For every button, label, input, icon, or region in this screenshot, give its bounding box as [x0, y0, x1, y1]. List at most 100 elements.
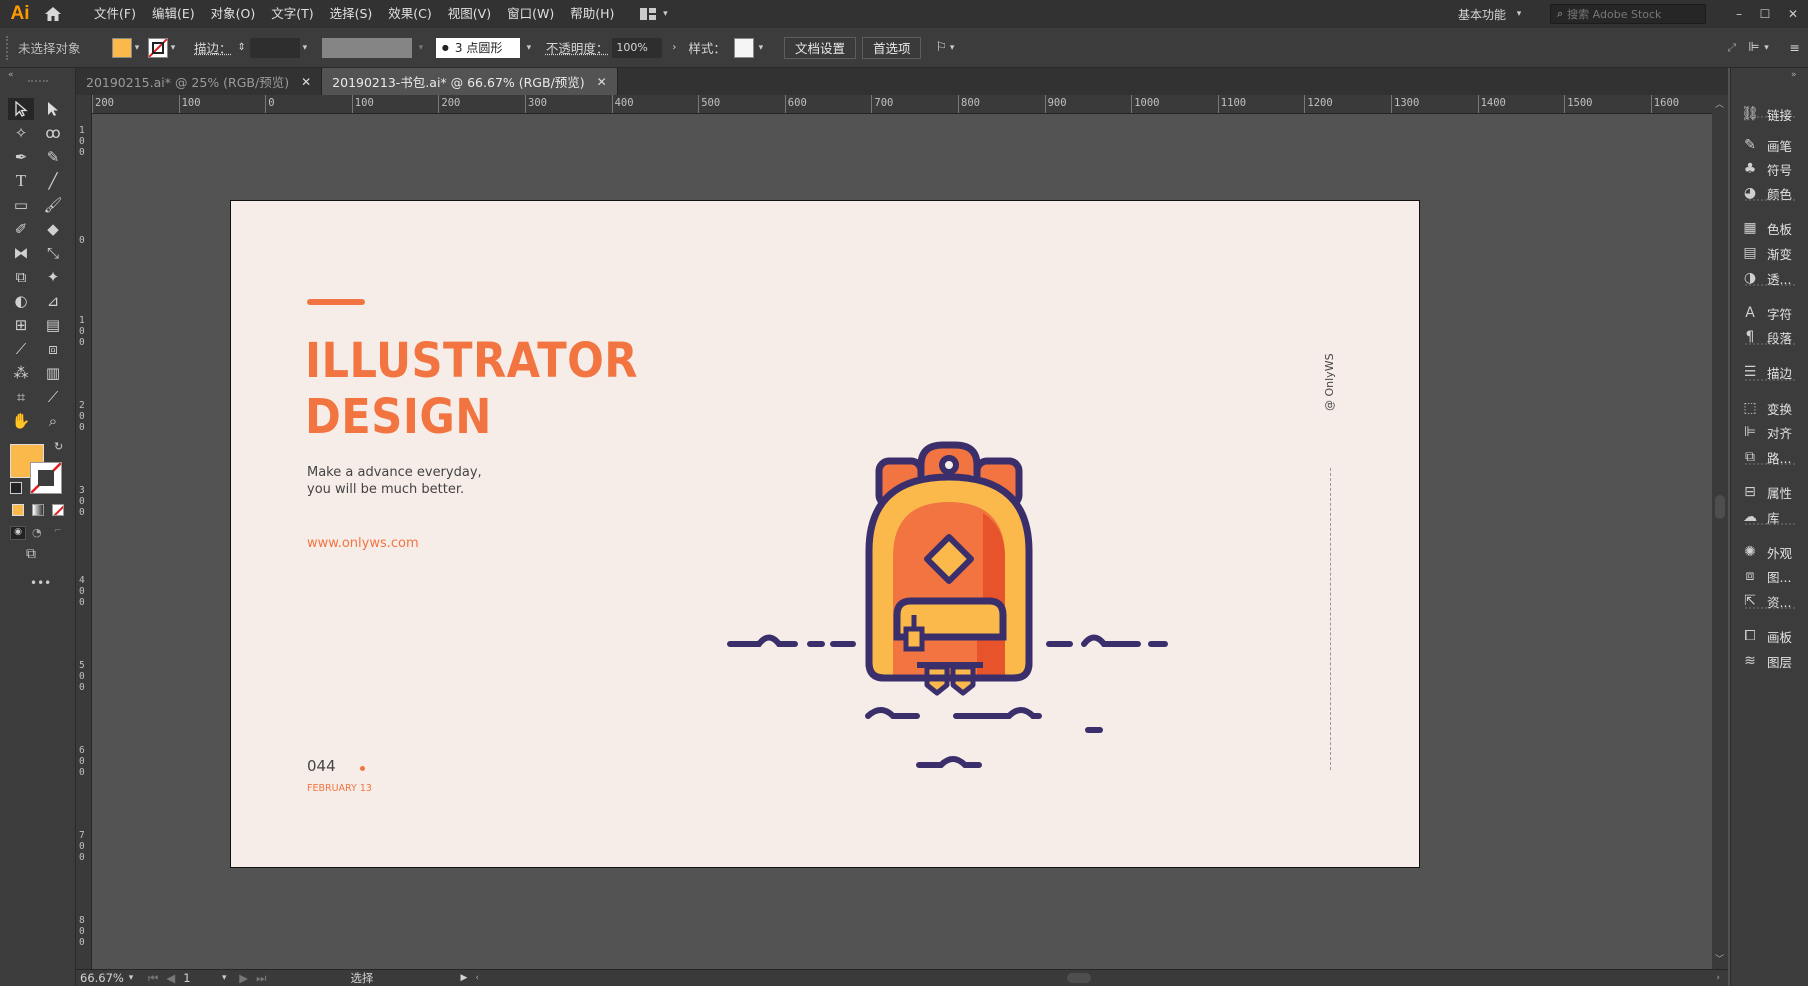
panel-asset-export[interactable]: ⇱ 资...: [1739, 590, 1805, 612]
stroke-color-box[interactable]: [30, 462, 62, 494]
stroke-weight-input[interactable]: [249, 37, 300, 58]
opacity-input[interactable]: 100%: [612, 37, 663, 58]
next-artboard-icon[interactable]: ▶: [239, 971, 248, 985]
line-tool-icon[interactable]: ╱: [40, 170, 66, 192]
panel-stroke[interactable]: ☰ 描边: [1739, 361, 1805, 383]
scroll-down-icon[interactable]: ﹀: [1715, 952, 1724, 965]
panel-graphic-style[interactable]: ⧈ 图...: [1739, 565, 1805, 587]
blend-tool-icon[interactable]: ⧈: [40, 338, 66, 360]
gradient-tool-icon[interactable]: ▤: [40, 314, 66, 336]
minimize-window-icon[interactable]: –: [1726, 7, 1752, 21]
hand-tool-icon[interactable]: ✋: [8, 410, 34, 432]
direct-selection-tool-icon[interactable]: [40, 98, 66, 120]
menu-view[interactable]: 视图(V): [440, 0, 499, 28]
preferences-button[interactable]: 首选项: [861, 36, 922, 59]
flag-dropdown-icon[interactable]: ▾: [947, 43, 957, 53]
edit-toolbar-icon[interactable]: •••: [30, 576, 51, 590]
slice-tool-icon[interactable]: ⟋: [40, 386, 66, 408]
default-fill-stroke-icon[interactable]: [10, 482, 22, 494]
panel-transform[interactable]: ⬚ 变换: [1739, 397, 1805, 419]
flag-icon[interactable]: ⚐: [935, 40, 947, 55]
panel-brush[interactable]: ✎ 画笔: [1739, 134, 1805, 156]
panel-transparency[interactable]: ◑ 透...: [1739, 267, 1805, 289]
rectangle-tool-icon[interactable]: ▭: [8, 194, 34, 216]
pen-tool-icon[interactable]: ✒: [8, 146, 34, 168]
zoom-tool-icon[interactable]: ⌕: [40, 410, 66, 432]
menu-edit[interactable]: 编辑(E): [144, 0, 203, 28]
hscroll-right-icon[interactable]: ›: [1716, 973, 1720, 983]
mesh-tool-icon[interactable]: ⊞: [8, 314, 34, 336]
graphic-style-swatch[interactable]: [733, 37, 754, 58]
arrange-documents-icon[interactable]: ▾: [640, 8, 670, 20]
scroll-up-icon[interactable]: ︿: [1715, 97, 1724, 110]
perspective-grid-tool-icon[interactable]: ⊿: [40, 290, 66, 312]
profile-dropdown-icon[interactable]: ▾: [416, 43, 426, 53]
brush-dropdown-icon[interactable]: ▾: [524, 43, 534, 53]
align-panel-icon[interactable]: ⊫: [1748, 40, 1759, 55]
none-mode-icon[interactable]: [52, 504, 64, 516]
artboard[interactable]: ILLUSTRATOR DESIGN Make a advance everyd…: [230, 200, 1420, 868]
menu-file[interactable]: 文件(F): [86, 0, 144, 28]
hscroll-thumb[interactable]: [1066, 973, 1091, 983]
panel-pathfinder[interactable]: ⧉ 路...: [1739, 446, 1805, 468]
draw-behind-icon[interactable]: ◔: [32, 526, 42, 539]
document-setup-button[interactable]: 文档设置: [783, 36, 856, 59]
scroll-thumb[interactable]: [1715, 495, 1725, 519]
puppet-warp-tool-icon[interactable]: ✦: [40, 266, 66, 288]
hscroll-left-icon[interactable]: ‹: [475, 973, 479, 983]
paintbrush-tool-icon[interactable]: 🖌: [40, 194, 66, 216]
stroke-weight-dropdown-icon[interactable]: ▾: [300, 43, 310, 53]
type-tool-icon[interactable]: T: [8, 170, 34, 192]
vertical-scrollbar[interactable]: ︿ ﹀: [1712, 95, 1728, 969]
close-icon[interactable]: ✕: [597, 75, 607, 89]
align-dropdown-icon[interactable]: ▾: [1762, 43, 1772, 53]
width-tool-icon[interactable]: ⧉: [8, 266, 34, 288]
draw-normal-icon[interactable]: ◉: [10, 526, 26, 540]
eyedropper-tool-icon[interactable]: ⟋: [8, 338, 34, 360]
brush-definition[interactable]: ● 3 点圆形: [435, 37, 520, 58]
menu-object[interactable]: 对象(O): [203, 0, 264, 28]
screen-mode-icon[interactable]: ⧉: [26, 546, 36, 562]
variable-width-profile[interactable]: [321, 37, 412, 58]
scale-tool-icon[interactable]: ⤡: [40, 242, 66, 264]
opacity-arrow-icon[interactable]: ›: [672, 42, 676, 53]
tab-document-20190215[interactable]: 20190215.ai* @ 25% (RGB/预览) ✕: [76, 68, 323, 95]
menu-window[interactable]: 窗口(W): [499, 0, 562, 28]
panel-pilcrow[interactable]: ¶ 段落: [1739, 326, 1805, 348]
lasso-tool-icon[interactable]: ꝏ: [40, 122, 66, 144]
workspace-switcher[interactable]: 基本功能 ▾: [1458, 6, 1524, 23]
style-dropdown-icon[interactable]: ▾: [756, 43, 766, 53]
stroke-dropdown-icon[interactable]: ▾: [168, 43, 178, 53]
panel-align[interactable]: ⊫ 对齐: [1739, 421, 1805, 443]
zoom-dropdown-icon[interactable]: ▾: [126, 973, 136, 983]
prev-artboard-icon[interactable]: ◀: [166, 971, 175, 985]
status-menu-icon[interactable]: ▶: [460, 973, 467, 983]
fill-swatch[interactable]: [112, 37, 132, 58]
menu-help[interactable]: 帮助(H): [562, 0, 622, 28]
stroke-stepper-icon[interactable]: ⇕: [238, 42, 246, 53]
panel-library[interactable]: ☁ 库: [1739, 506, 1805, 528]
artboard-number[interactable]: 1: [179, 971, 219, 985]
reflect-tool-icon[interactable]: ⧓: [8, 242, 34, 264]
magic-wand-tool-icon[interactable]: ✧: [8, 122, 34, 144]
home-icon[interactable]: [40, 0, 66, 28]
panel-club[interactable]: ♣ 符号: [1739, 158, 1805, 180]
stroke-swatch[interactable]: [148, 37, 168, 58]
close-window-icon[interactable]: ✕: [1778, 7, 1808, 21]
panel-properties[interactable]: ⊟ 属性: [1739, 481, 1805, 503]
control-menu-icon[interactable]: ≡: [1790, 40, 1800, 55]
zoom-level[interactable]: 66.67%: [76, 971, 126, 985]
artboard-tool-icon[interactable]: ⌗: [8, 386, 34, 408]
first-artboard-icon[interactable]: ⏮: [148, 971, 158, 986]
fill-dropdown-icon[interactable]: ▾: [132, 43, 142, 53]
draw-inside-icon[interactable]: ⌐: [54, 526, 62, 536]
panel-layers[interactable]: ≋ 图层: [1739, 650, 1805, 672]
menu-effect[interactable]: 效果(C): [380, 0, 439, 28]
menu-select[interactable]: 选择(S): [322, 0, 381, 28]
tab-document-backpack[interactable]: 20190213-书包.ai* @ 66.67% (RGB/预览) ✕: [322, 68, 618, 95]
maximize-window-icon[interactable]: ☐: [1752, 7, 1778, 21]
toolbox-collapse-icon[interactable]: «: [8, 70, 14, 80]
close-icon[interactable]: ✕: [301, 75, 311, 89]
color-mode-icon[interactable]: [12, 504, 24, 516]
shape-builder-tool-icon[interactable]: ◐: [8, 290, 34, 312]
